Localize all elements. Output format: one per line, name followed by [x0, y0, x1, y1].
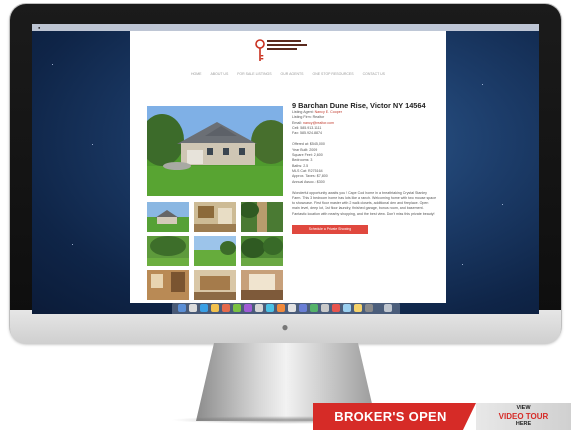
- dock-app-icon[interactable]: [255, 304, 263, 312]
- main-house-photo[interactable]: [147, 106, 283, 196]
- thumbnail-photo[interactable]: [241, 202, 283, 232]
- thumbnail-photo[interactable]: [147, 270, 189, 300]
- nav-for-sale-listings[interactable]: FOR SALE LISTINGS: [237, 70, 271, 78]
- dock-app-icon[interactable]: [288, 304, 296, 312]
- thumbnail-photo[interactable]: [194, 270, 236, 300]
- thumbnail-photo[interactable]: [147, 236, 189, 266]
- broker-open-banner: BROKER'S OPEN VIEW VIDEO TOUR HERE: [313, 403, 571, 430]
- detail-association: Annual Assoc.: $300: [292, 179, 325, 184]
- trash-icon[interactable]: [384, 304, 392, 312]
- thumbnail-photo[interactable]: [194, 236, 236, 266]
- dock-app-icon[interactable]: [321, 304, 329, 312]
- nav-home[interactable]: HOME: [191, 70, 202, 78]
- photo-thumbnails: [147, 202, 283, 300]
- dock-app-icon[interactable]: [266, 304, 274, 312]
- thumbnail-photo[interactable]: [241, 236, 283, 266]
- listing-info: 9 Barchan Dune Rise, Victor NY 14564 Lis…: [292, 101, 437, 234]
- here-label: HERE: [515, 421, 532, 427]
- schedule-showing-button[interactable]: Schedule a Private Showing: [292, 224, 368, 234]
- nav-contact-us[interactable]: CONTACT US: [363, 70, 385, 78]
- dock-app-icon[interactable]: [189, 304, 197, 312]
- key-logo-icon: [255, 39, 265, 61]
- view-video-tour-button[interactable]: VIEW VIDEO TOUR HERE: [476, 403, 571, 430]
- nav-about-us[interactable]: ABOUT US: [210, 70, 228, 78]
- nav-one-stop-resources[interactable]: ONE STOP RESOURCES: [312, 70, 353, 78]
- listing-address: 9 Barchan Dune Rise, Victor NY 14564: [292, 101, 426, 110]
- dock-app-icon[interactable]: [343, 304, 351, 312]
- apple-menu-icon[interactable]: ●: [38, 25, 40, 30]
- dock-app-icon[interactable]: [211, 304, 219, 312]
- monitor-screen: ● HOME ABOUT US FOR SALE LISTINGS OUR AG…: [32, 24, 539, 314]
- dock-app-icon[interactable]: [178, 304, 186, 312]
- dock-app-icon[interactable]: [244, 304, 252, 312]
- video-tour-label: VIDEO TOUR: [498, 412, 549, 421]
- thumbnail-photo[interactable]: [147, 202, 189, 232]
- broker-open-label: BROKER'S OPEN: [313, 403, 476, 430]
- mac-menu-bar: ●: [32, 24, 539, 31]
- mac-dock: [172, 302, 400, 314]
- dock-app-icon[interactable]: [299, 304, 307, 312]
- dock-app-icon[interactable]: [332, 304, 340, 312]
- logo-wordmark: [267, 40, 307, 50]
- dock-app-icon[interactable]: [222, 304, 230, 312]
- site-logo[interactable]: [255, 37, 321, 65]
- nav-our-agents[interactable]: OUR AGENTS: [281, 70, 304, 78]
- apple-logo-icon: ●: [281, 320, 289, 334]
- email-link[interactable]: nancy@realtor.com: [303, 121, 334, 125]
- dock-app-icon[interactable]: [200, 304, 208, 312]
- listing-description: Wonderful opportunity awaits you ! Cape …: [292, 190, 437, 216]
- view-label: VIEW: [516, 405, 531, 411]
- dock-app-icon[interactable]: [310, 304, 318, 312]
- dock-app-icon[interactable]: [365, 304, 373, 312]
- dock-app-icon[interactable]: [233, 304, 241, 312]
- listing-web-page: HOME ABOUT US FOR SALE LISTINGS OUR AGEN…: [130, 31, 446, 303]
- thumbnail-photo[interactable]: [241, 270, 283, 300]
- dock-app-icon[interactable]: [354, 304, 362, 312]
- dock-app-icon[interactable]: [277, 304, 285, 312]
- thumbnail-photo[interactable]: [194, 202, 236, 232]
- agent-name-link[interactable]: Nancy E. Cooper: [315, 110, 342, 114]
- site-nav: HOME ABOUT US FOR SALE LISTINGS OUR AGEN…: [130, 70, 446, 78]
